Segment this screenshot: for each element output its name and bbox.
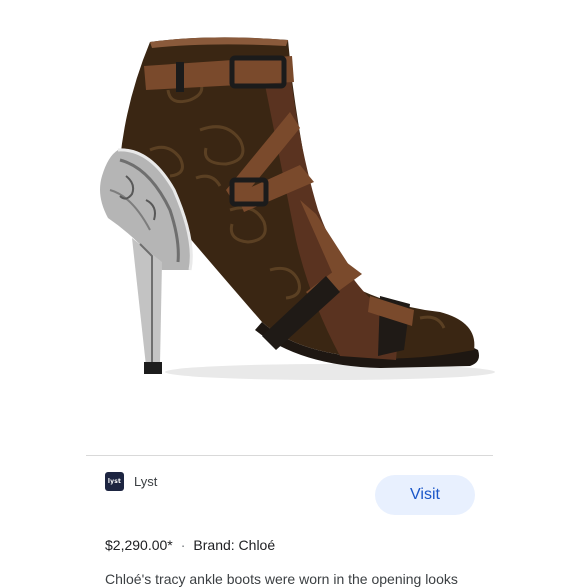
brand: Brand: Chloé <box>193 537 276 553</box>
product-description: Chloé's tracy ankle boots were worn in t… <box>105 571 458 587</box>
separator-dot: · <box>180 537 186 553</box>
visit-button[interactable]: Visit <box>375 475 475 515</box>
divider <box>86 455 493 456</box>
product-meta: $2,290.00* · Brand: Chloé <box>105 537 275 553</box>
product-image[interactable] <box>0 0 580 440</box>
source-name[interactable]: Lyst <box>134 474 157 489</box>
price: $2,290.00* <box>105 537 173 553</box>
lyst-logo-icon: lyst <box>105 471 124 491</box>
source-row[interactable]: lyst Lyst <box>105 471 157 491</box>
